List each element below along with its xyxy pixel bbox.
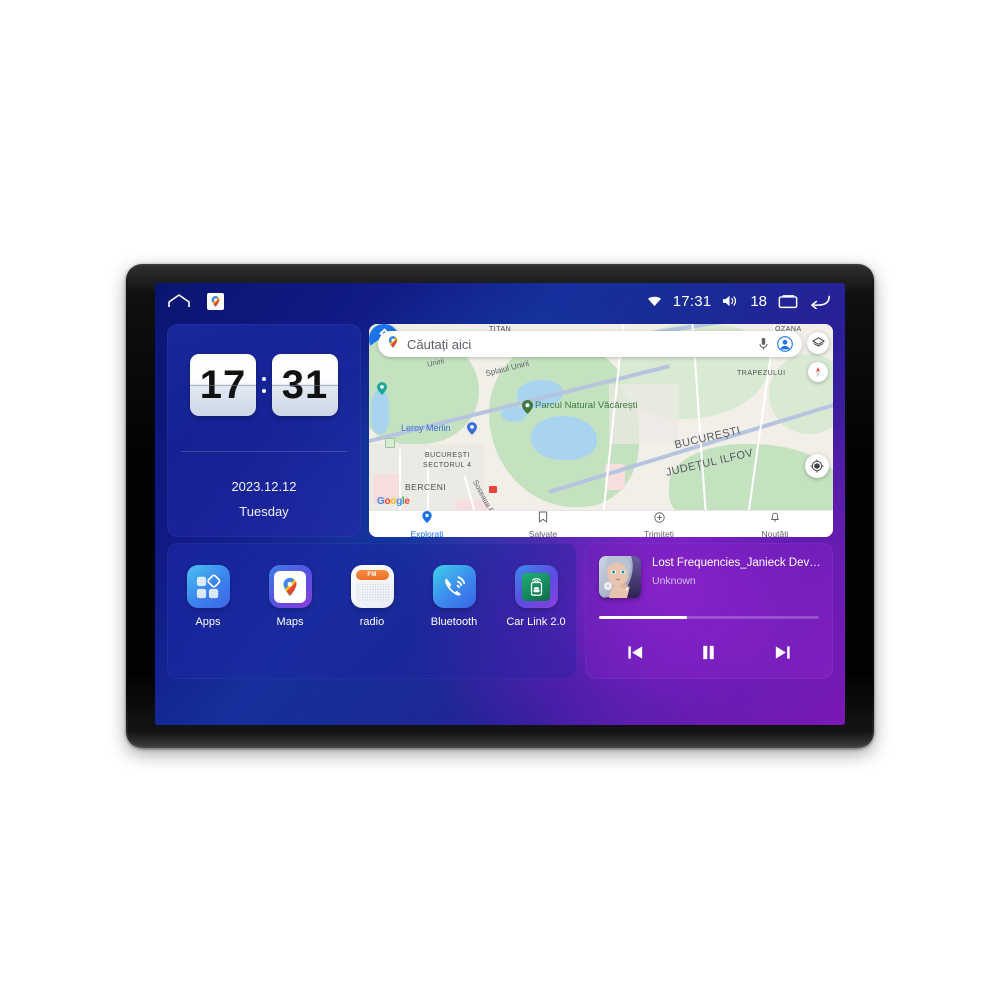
car-link-icon — [514, 565, 558, 608]
app-label: radio — [359, 616, 385, 628]
bookmark-icon — [538, 510, 548, 528]
fm-badge-label: FM — [367, 572, 377, 578]
clock-hours-unit: 17 — [190, 354, 256, 416]
next-track-button[interactable] — [765, 637, 799, 667]
playback-progress-bar[interactable] — [599, 616, 819, 619]
bell-icon — [770, 510, 780, 528]
map-label: BERCENI — [405, 482, 447, 492]
playback-progress-fill — [599, 616, 687, 619]
map-nav-explore[interactable]: Explorați — [369, 510, 485, 538]
volume-level: 18 — [750, 292, 767, 310]
app-label: Maps — [276, 616, 304, 628]
map-poi-pin[interactable] — [522, 400, 533, 419]
music-player-widget[interactable]: Lost Frequencies_Janieck Devy-... Unknow… — [585, 543, 833, 679]
speaker-grille — [355, 583, 389, 602]
google-maps-icon — [268, 565, 312, 608]
map-pin-icon — [386, 335, 400, 354]
location-pin-icon — [422, 510, 432, 528]
app-shortcut-bluetooth[interactable]: Bluetooth — [420, 565, 488, 628]
map-bottom-nav[interactable]: Explorați Salvate Trimiteți Noutăți — [369, 510, 833, 537]
nav-label: Noutăți — [761, 528, 789, 538]
map-search-bar[interactable]: Căutați aici — [378, 331, 802, 357]
map-label: TRAPEZULUI — [737, 370, 786, 377]
status-time: 17:31 — [672, 292, 712, 310]
map-canvas[interactable]: TITAN OZANA Unirii Splaiul Unirii TRAPEZ… — [369, 324, 833, 537]
clock-minutes-unit: 31 — [272, 354, 338, 416]
app-label: Car Link 2.0 — [506, 616, 566, 628]
google-maps-icon[interactable] — [207, 292, 224, 310]
nav-label: Trimiteți — [644, 528, 674, 538]
track-artist: Unknown — [652, 575, 696, 587]
google-attribution: Google — [377, 496, 410, 507]
fm-radio-icon: FM — [350, 565, 394, 608]
account-avatar-icon[interactable] — [776, 335, 794, 353]
app-shortcut-maps[interactable]: Maps — [256, 565, 324, 628]
map-search-placeholder[interactable]: Căutați aici — [407, 337, 750, 352]
map-poi-pin[interactable] — [377, 382, 387, 400]
app-label: Apps — [195, 616, 221, 628]
compass-icon[interactable] — [808, 362, 828, 382]
volume-icon — [722, 294, 739, 308]
flip-clock: 17 31 — [167, 354, 361, 416]
map-poi-pin[interactable] — [467, 422, 477, 440]
map-poi-box — [385, 438, 395, 448]
map-label: Leroy Merlin — [401, 423, 451, 433]
nav-label: Explorați — [410, 528, 444, 538]
bluetooth-phone-icon — [432, 565, 476, 608]
clock-minutes: 31 — [281, 363, 329, 407]
back-icon[interactable] — [809, 293, 831, 309]
clock-weekday: Tuesday — [239, 504, 289, 519]
google-maps-widget[interactable]: TITAN OZANA Unirii Splaiul Unirii TRAPEZ… — [369, 324, 833, 537]
divider — [181, 451, 347, 452]
plus-circle-icon — [653, 510, 665, 528]
clock-hours: 17 — [199, 363, 247, 407]
car-head-unit-device: 17:31 18 17 31 2023.12.12 Tuesday TITAN … — [126, 264, 874, 748]
nav-label: Salvate — [528, 528, 558, 538]
app-dock: Apps Maps FM radio Bluetooth Car Link 2.… — [167, 543, 577, 679]
layers-icon[interactable] — [807, 332, 829, 354]
app-shortcut-car-link[interactable]: Car Link 2.0 — [502, 565, 570, 628]
apps-grid-icon — [186, 565, 230, 608]
microphone-icon[interactable] — [754, 335, 772, 353]
map-label: BUCUREȘTI — [425, 452, 470, 459]
track-title: Lost Frequencies_Janieck Devy-... — [652, 557, 821, 569]
map-label: SECTORUL 4 — [423, 462, 472, 469]
clock-date: 2023.12.12 — [231, 479, 297, 494]
home-icon[interactable] — [167, 293, 191, 309]
clock-widget[interactable]: 17 31 2023.12.12 Tuesday — [167, 324, 361, 537]
map-nav-contribute[interactable]: Trimiteți — [601, 511, 717, 537]
map-nav-updates[interactable]: Noutăți — [717, 511, 833, 537]
map-nav-saved[interactable]: Salvate — [485, 511, 601, 537]
app-shortcut-radio[interactable]: FM radio — [338, 565, 406, 628]
clock-colon — [262, 377, 266, 393]
previous-track-button[interactable] — [619, 637, 653, 667]
status-bar: 17:31 18 — [155, 283, 845, 319]
touchscreen[interactable]: 17:31 18 17 31 2023.12.12 Tuesday TITAN … — [155, 283, 845, 725]
pause-button[interactable] — [692, 637, 726, 667]
wifi-icon — [647, 295, 662, 308]
fm-badge: FM — [355, 570, 389, 580]
recents-icon[interactable] — [778, 294, 798, 309]
album-artwork — [599, 556, 641, 598]
app-shortcut-apps[interactable]: Apps — [174, 565, 242, 628]
app-label: Bluetooth — [430, 616, 478, 628]
my-location-icon[interactable] — [805, 454, 829, 478]
map-label: Parcul Natural Văcărești — [535, 400, 638, 411]
